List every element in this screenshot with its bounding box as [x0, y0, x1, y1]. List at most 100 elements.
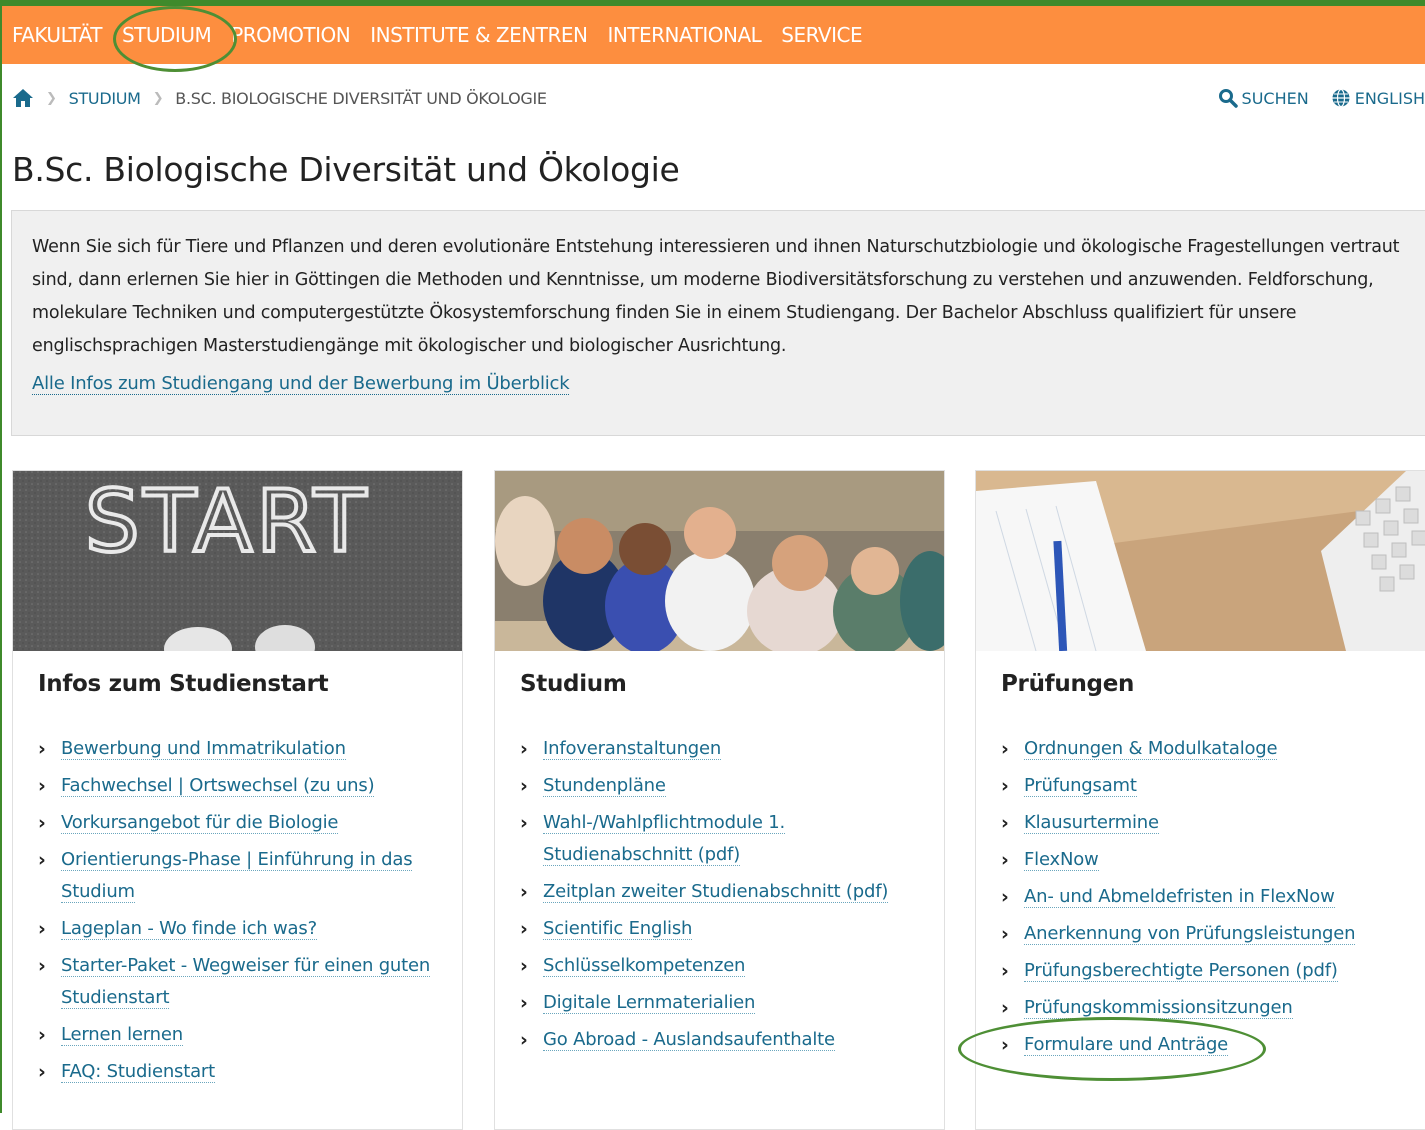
list-item: › Fachwechsel | Ortswechsel (zu uns): [38, 770, 438, 802]
chevron-right-icon: ›: [38, 955, 46, 977]
list-item: › Ordnungen & Modulkataloge: [1001, 733, 1401, 765]
link-formulare[interactable]: Formulare und Anträge: [1024, 1034, 1228, 1056]
chevron-right-icon: ›: [1001, 775, 1009, 797]
card-studium: Studium › Infoveranstaltungen › Stundenplä…: [494, 470, 945, 1130]
link-orientierung[interactable]: Orientierungs-Phase | Einführung in das …: [61, 849, 413, 903]
chevron-right-icon: ›: [520, 775, 528, 797]
breadcrumb-separator-icon: ❯: [46, 90, 57, 106]
link-zeitplan[interactable]: Zeitplan zweiter Studienabschnitt (pdf): [543, 881, 888, 903]
link-scientific-english[interactable]: Scientific English: [543, 918, 692, 940]
link-flexnow[interactable]: FlexNow: [1024, 849, 1099, 871]
nav-item-promotion[interactable]: PROMOTION: [221, 23, 360, 47]
link-kommissionsitzungen[interactable]: Prüfungskommissionsitzungen: [1024, 997, 1293, 1019]
globe-icon: [1332, 88, 1350, 108]
list-item: › Go Abroad - Auslandsaufenthalte: [520, 1024, 920, 1056]
chevron-right-icon: ›: [520, 992, 528, 1014]
chevron-right-icon: ›: [1001, 886, 1009, 908]
language-switch[interactable]: ENGLISH: [1331, 88, 1425, 108]
link-pruefungsamt[interactable]: Prüfungsamt: [1024, 775, 1137, 797]
card-title: Studium: [520, 671, 627, 697]
list-item: › Bewerbung und Immatrikulation: [38, 733, 438, 765]
list-item: › An- und Abmeldefristen in FlexNow: [1001, 881, 1401, 913]
card-studienstart: START Infos zum Studienstart › Bewerbung …: [12, 470, 463, 1130]
chevron-right-icon: ›: [1001, 738, 1009, 760]
link-bewerbung[interactable]: Bewerbung und Immatrikulation: [61, 738, 346, 760]
card-pruefungen: Prüfungen › Ordnungen & Modulkataloge › Pr…: [975, 470, 1425, 1130]
link-pruefungsberechtigte[interactable]: Prüfungsberechtigte Personen (pdf): [1024, 960, 1338, 982]
list-item: › Scientific English: [520, 913, 920, 945]
link-fristen[interactable]: An- und Abmeldefristen in FlexNow: [1024, 886, 1335, 908]
list-item: › Schlüsselkompetenzen: [520, 950, 920, 982]
chevron-right-icon: ›: [38, 775, 46, 797]
main-nav: FAKULTÄT STUDIUM PROMOTION INSTITUTE & Z…: [2, 6, 1425, 64]
window-frame-left: [0, 0, 2, 1113]
utility-links: SUCHEN ENGLISH: [1196, 84, 1425, 112]
list-item: › FAQ: Studienstart: [38, 1056, 438, 1088]
link-stundenplaene[interactable]: Stundenpläne: [543, 775, 666, 797]
search-icon: [1218, 89, 1238, 108]
link-wahlmodule[interactable]: Wahl-/Wahlpflichtmodule 1. Studienabschn…: [543, 812, 785, 866]
link-list: › Infoveranstaltungen › Stundenpläne › Wahl…: [520, 733, 920, 1061]
link-list: › Ordnungen & Modulkataloge › Prüfungsamt …: [1001, 733, 1401, 1066]
chevron-right-icon: ›: [520, 812, 528, 834]
chevron-right-icon: ›: [38, 918, 46, 940]
language-label: ENGLISH: [1354, 88, 1425, 108]
breadcrumb-separator-icon: ❯: [152, 90, 164, 106]
link-anerkennung[interactable]: Anerkennung von Prüfungsleistungen: [1024, 923, 1356, 945]
card-title: Infos zum Studienstart: [38, 671, 329, 697]
chevron-right-icon: ›: [1001, 1034, 1009, 1056]
chevron-right-icon: ›: [38, 812, 46, 834]
card-image-start: START: [13, 471, 462, 651]
search-link[interactable]: SUCHEN: [1218, 88, 1309, 108]
list-item: › Wahl-/Wahlpflichtmodule 1. Studienabsch…: [520, 807, 920, 871]
list-item: › Vorkursangebot für die Biologie: [38, 807, 438, 839]
chevron-right-icon: ›: [520, 955, 528, 977]
link-go-abroad[interactable]: Go Abroad - Auslandsaufenthalte: [543, 1029, 835, 1051]
list-item: › Prüfungsberechtigte Personen (pdf): [1001, 955, 1401, 987]
link-vorkurs[interactable]: Vorkursangebot für die Biologie: [61, 812, 339, 834]
link-infoveranstaltungen[interactable]: Infoveranstaltungen: [543, 738, 721, 760]
chevron-right-icon: ›: [1001, 923, 1009, 945]
chevron-right-icon: ›: [520, 881, 528, 903]
nav-item-studium[interactable]: STUDIUM: [112, 23, 221, 47]
overview-link[interactable]: Alle Infos zum Studiengang und der Bewer…: [32, 373, 570, 395]
chevron-right-icon: ›: [1001, 997, 1009, 1019]
nav-item-service[interactable]: SERVICE: [771, 23, 872, 47]
link-lernmaterialien[interactable]: Digitale Lernmaterialien: [543, 992, 755, 1014]
list-item: › Stundenpläne: [520, 770, 920, 802]
link-starter-paket[interactable]: Starter-Paket - Wegweiser für einen gute…: [61, 955, 430, 1009]
list-item: › Prüfungsamt: [1001, 770, 1401, 802]
nav-item-institute-zentren[interactable]: INSTITUTE & ZENTREN: [360, 23, 597, 47]
link-lernen[interactable]: Lernen lernen: [61, 1024, 183, 1046]
list-item: › Klausurtermine: [1001, 807, 1401, 839]
list-item: › Zeitplan zweiter Studienabschnitt (pdf): [520, 876, 920, 908]
intro-text: Wenn Sie sich für Tiere und Pflanzen und…: [32, 237, 1400, 356]
nav-item-fakultaet[interactable]: FAKULTÄT: [2, 23, 112, 47]
list-item: › Lageplan - Wo finde ich was?: [38, 913, 438, 945]
chevron-right-icon: ›: [1001, 960, 1009, 982]
card-title: Prüfungen: [1001, 671, 1135, 697]
card-image-desk: [976, 471, 1425, 651]
breadcrumb-current: B.SC. BIOLOGISCHE DIVERSITÄT UND ÖKOLOGI…: [175, 88, 547, 108]
link-schluesselkompetenzen[interactable]: Schlüsselkompetenzen: [543, 955, 745, 977]
nav-item-international[interactable]: INTERNATIONAL: [597, 23, 771, 47]
chevron-right-icon: ›: [1001, 812, 1009, 834]
list-item: › Orientierungs-Phase | Einführung in das…: [38, 844, 438, 908]
list-item: › Formulare und Anträge: [1001, 1029, 1401, 1061]
start-chalk-text: START: [85, 472, 370, 572]
link-faq[interactable]: FAQ: Studienstart: [61, 1061, 215, 1083]
link-fachwechsel[interactable]: Fachwechsel | Ortswechsel (zu uns): [61, 775, 375, 797]
chevron-right-icon: ›: [520, 738, 528, 760]
intro-box: Wenn Sie sich für Tiere und Pflanzen und…: [11, 210, 1425, 436]
card-image-students: [495, 471, 944, 651]
list-item: › Starter-Paket - Wegweiser für einen gut…: [38, 950, 438, 1014]
link-ordnungen[interactable]: Ordnungen & Modulkataloge: [1024, 738, 1278, 760]
link-klausurtermine[interactable]: Klausurtermine: [1024, 812, 1159, 834]
link-list: › Bewerbung und Immatrikulation › Fachwech…: [38, 733, 438, 1093]
chevron-right-icon: ›: [520, 1029, 528, 1051]
chevron-right-icon: ›: [520, 918, 528, 940]
breadcrumb-studium[interactable]: STUDIUM: [69, 89, 141, 108]
link-lageplan[interactable]: Lageplan - Wo finde ich was?: [61, 918, 317, 940]
chevron-right-icon: ›: [1001, 849, 1009, 871]
home-icon[interactable]: [12, 88, 34, 108]
